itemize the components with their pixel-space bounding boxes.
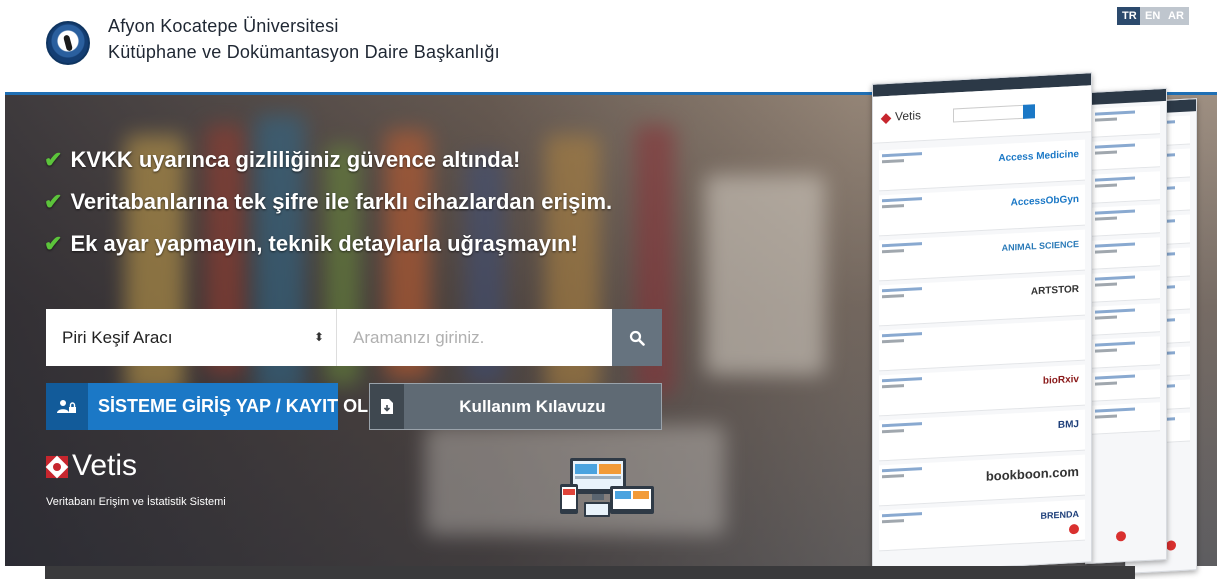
feature-no-settings: ✔ Ek ayar yapmayın, teknik detaylarla uğr… xyxy=(44,231,578,257)
users-lock-icon xyxy=(46,383,88,430)
check-icon: ✔ xyxy=(44,189,63,214)
search-tool-select[interactable]: Piri Keşif Aracı ⬍ xyxy=(46,309,336,366)
vendor-access-medicine: Access Medicine xyxy=(998,148,1079,165)
vetis-subtitle: Veritabanı Erişim ve İstatistik Sistemi xyxy=(46,496,226,508)
check-icon: ✔ xyxy=(44,231,63,256)
user-guide-label: Kullanım Kılavuzu xyxy=(459,397,606,416)
vendor-biorxiv: bioRxiv xyxy=(1042,373,1079,387)
vetis-name: Vetis xyxy=(72,449,138,482)
university-name[interactable]: Afyon Kocatepe Üniversitesi xyxy=(108,16,339,37)
search-icon xyxy=(629,330,645,346)
feature-single-password: ✔ Veritabanlarına tek şifre ile farklı ci… xyxy=(44,189,612,215)
check-icon: ✔ xyxy=(44,147,63,172)
select-caret-icon: ⬍ xyxy=(313,330,324,344)
feature-privacy-text: KVKK uyarınca gizliliğiniz güvence altın… xyxy=(70,147,521,172)
download-file-icon xyxy=(370,384,404,429)
lang-en-button[interactable]: EN xyxy=(1140,7,1166,25)
bottom-notice-strip xyxy=(45,566,1135,579)
lang-tr-button[interactable]: TR xyxy=(1117,7,1142,25)
feature-privacy: ✔ KVKK uyarınca gizliliğiniz güvence altı… xyxy=(44,147,520,173)
preview-screenshot-front: ◆ Vetis Access Medicine AccessObGyn ANIM… xyxy=(872,72,1092,574)
vetis-logo-icon xyxy=(46,456,68,478)
university-logo[interactable] xyxy=(46,21,90,65)
vendor-animal-science: ANIMAL SCIENCE xyxy=(1001,238,1079,253)
vendor-bmj: BMJ xyxy=(1057,418,1079,432)
lang-ar-button[interactable]: AR xyxy=(1163,7,1189,25)
feature-no-settings-text: Ek ayar yapmayın, teknik detaylarla uğra… xyxy=(70,231,578,256)
search-button[interactable] xyxy=(612,309,662,366)
search-tool-selected: Piri Keşif Aracı xyxy=(62,328,173,347)
vendor-bookboon: bookboon.com xyxy=(985,463,1079,484)
search-input[interactable] xyxy=(336,309,612,366)
login-register-label: SİSTEME GİRİŞ YAP / KAYIT OL xyxy=(98,396,369,416)
department-name[interactable]: Kütüphane ve Dokümantasyon Daire Başkanl… xyxy=(108,42,500,63)
vendor-access-obgyn: AccessObGyn xyxy=(1010,193,1079,209)
preview-screenshot-middle xyxy=(1085,87,1167,565)
login-register-button[interactable]: SİSTEME GİRİŞ YAP / KAYIT OL xyxy=(46,383,368,430)
user-guide-button[interactable]: Kullanım Kılavuzu xyxy=(369,383,662,430)
vendor-artstor: ARTSTOR xyxy=(1030,283,1079,298)
devices-illustration-icon xyxy=(560,458,654,517)
vendor-brenda: BRENDA xyxy=(1040,508,1079,521)
feature-single-password-text: Veritabanlarına tek şifre ile farklı cih… xyxy=(70,189,613,214)
